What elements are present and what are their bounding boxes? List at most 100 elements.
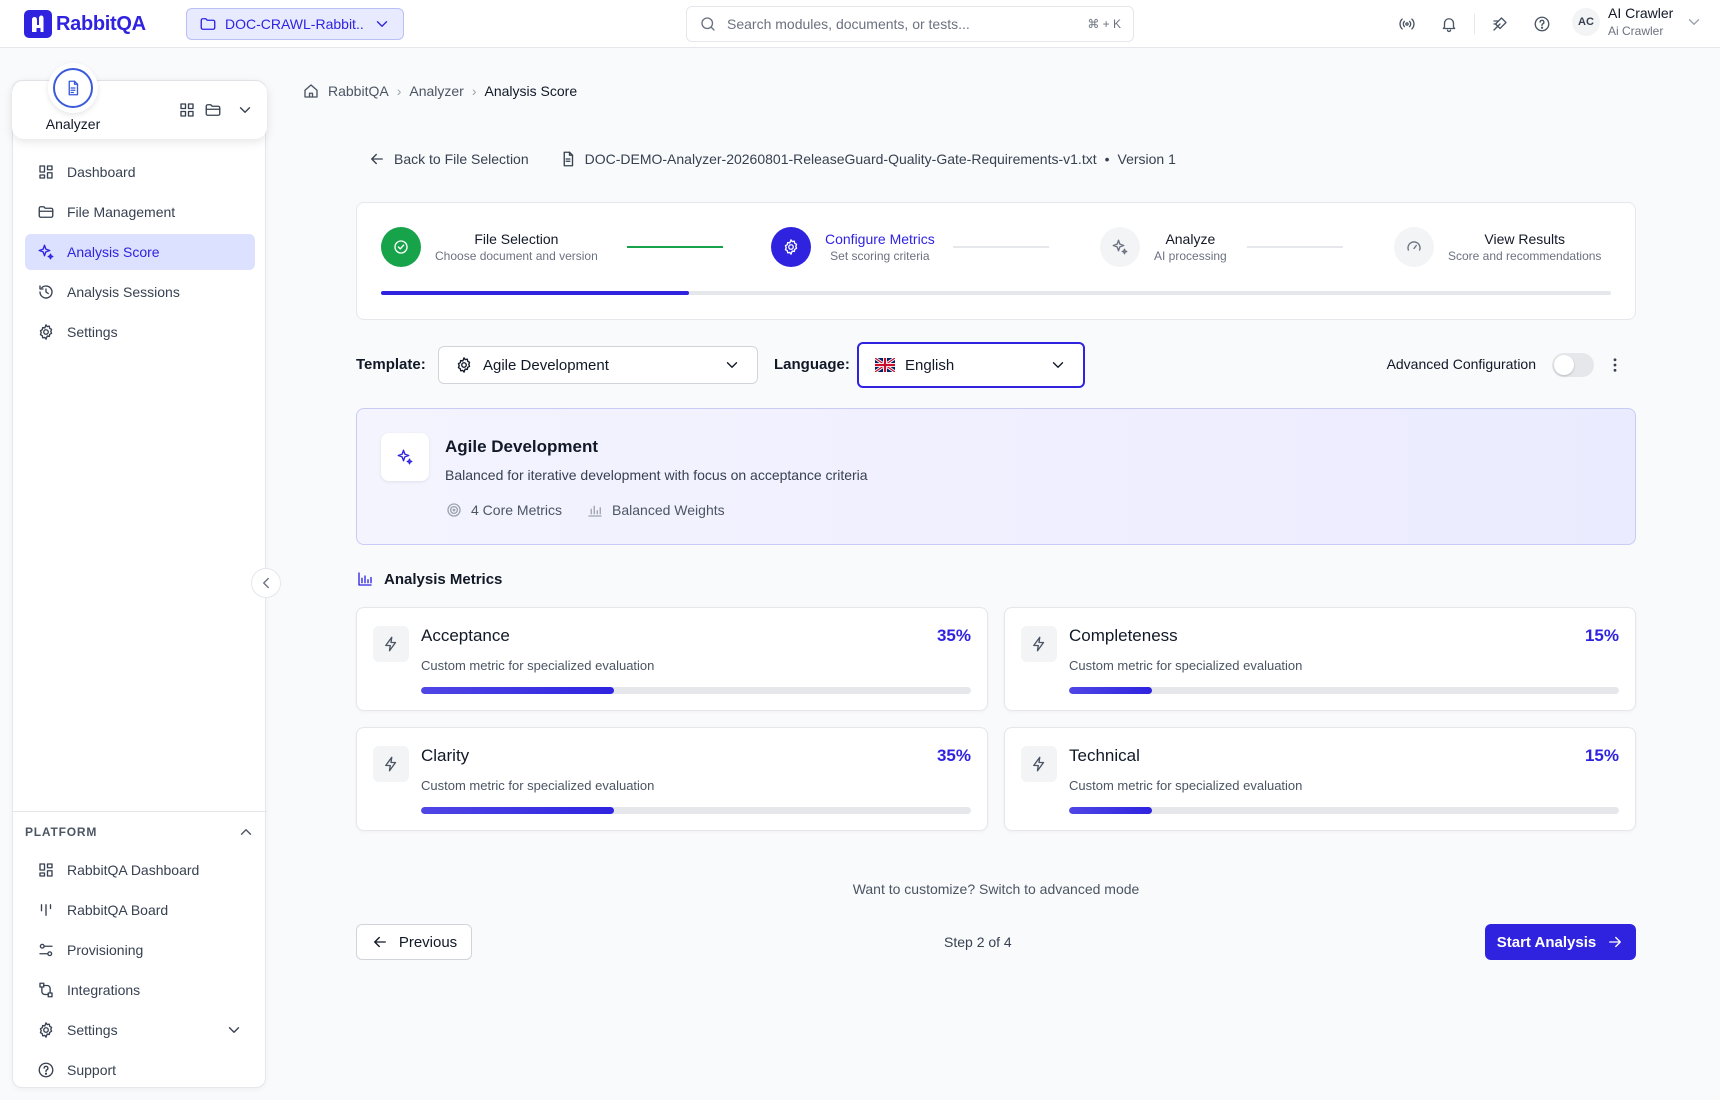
search-icon <box>701 17 715 31</box>
metric-weight: 35% <box>936 626 971 645</box>
file-separator: • <box>1104 151 1110 167</box>
metric-weight-fill <box>1069 687 1152 694</box>
step-configure-metrics[interactable]: Configure Metrics Set scoring criteria <box>771 227 935 267</box>
help-icon[interactable] <box>1521 14 1563 34</box>
metric-description: Custom metric for specialized evaluation <box>421 778 655 793</box>
sidebar-item-settings[interactable]: Settings <box>25 314 255 350</box>
template-summary-card: Agile Development Balanced for iterative… <box>356 408 1636 545</box>
template-description: Balanced for iterative development with … <box>445 467 868 483</box>
step-count: Step 2 of 4 <box>944 934 1012 950</box>
template-select-value: Agile Development <box>483 356 609 374</box>
sidebar-item-rabbitqa-dashboard[interactable]: RabbitQA Dashboard <box>25 852 255 888</box>
metric-card-completeness[interactable]: Completeness 15% Custom metric for speci… <box>1004 607 1636 711</box>
chevron-down-icon <box>1052 362 1064 368</box>
template-label: Template: <box>356 356 426 373</box>
sparkles-icon <box>38 244 54 260</box>
back-to-file-selection-link[interactable]: Back to File Selection <box>368 150 529 168</box>
file-version: Version 1 <box>1117 151 1176 167</box>
metric-weight-bar <box>421 687 971 694</box>
platform-header-label: PLATFORM <box>25 825 98 839</box>
metric-weight-fill <box>421 807 614 814</box>
gear-icon <box>457 357 471 373</box>
lightning-icon <box>373 746 409 782</box>
document-icon <box>68 80 79 96</box>
more-vertical-icon[interactable] <box>1606 356 1624 374</box>
toggle-knob <box>1554 355 1574 375</box>
metric-description: Custom metric for specialized evaluation <box>421 658 655 673</box>
file-info-bar: Back to File Selection DOC-DEMO-Analyzer… <box>368 150 1176 168</box>
language-select[interactable]: English <box>857 342 1085 388</box>
metric-card-technical[interactable]: Technical 15% Custom metric for speciali… <box>1004 727 1636 831</box>
previous-button-label: Previous <box>398 933 458 951</box>
theme-palette-icon[interactable] <box>1479 14 1521 34</box>
app-name: RabbitQA <box>56 12 146 35</box>
sidebar-item-support[interactable]: Support <box>25 1052 255 1088</box>
sidebar-item-label: Provisioning <box>67 942 144 958</box>
sidebar-collapse-button[interactable] <box>251 568 281 598</box>
search-input[interactable] <box>727 16 1078 32</box>
breadcrumb-analyzer[interactable]: Analyzer <box>409 83 463 99</box>
template-weights: Balanced Weights <box>586 501 725 519</box>
metric-weight-fill <box>421 687 614 694</box>
arrow-left-icon <box>373 936 386 948</box>
advanced-mode-hint[interactable]: Want to customize? Switch to advanced mo… <box>356 881 1636 897</box>
sidebar-item-provisioning[interactable]: Provisioning <box>25 932 255 968</box>
lightning-icon <box>373 626 409 662</box>
arrow-left-icon <box>371 153 383 165</box>
metric-card-clarity[interactable]: Clarity 35% Custom metric for specialize… <box>356 727 988 831</box>
previous-button[interactable]: Previous <box>356 924 472 960</box>
metric-weight-bar <box>1069 687 1619 694</box>
board-icon <box>40 904 52 916</box>
gear-icon <box>771 227 811 267</box>
metrics-section-header: Analysis Metrics <box>356 570 502 588</box>
template-weights-label: Balanced Weights <box>612 502 725 518</box>
lightning-icon <box>1021 626 1057 662</box>
project-selector[interactable]: DOC-CRAWL-Rabbit... <box>186 8 404 40</box>
metric-card-acceptance[interactable]: Acceptance 35% Custom metric for special… <box>356 607 988 711</box>
metric-name: Technical <box>1069 746 1140 765</box>
folder-open-icon[interactable] <box>204 101 222 119</box>
sidebar-item-label: Analysis Sessions <box>67 284 180 300</box>
metric-weight-bar <box>1069 807 1619 814</box>
step-title: File Selection <box>474 230 559 247</box>
history-icon <box>39 285 53 299</box>
chevron-down-icon[interactable] <box>236 101 254 119</box>
template-select[interactable]: Agile Development <box>438 346 758 384</box>
sidebar-item-label: Analysis Score <box>67 244 160 260</box>
project-selector-label: DOC-CRAWL-Rabbit... <box>225 16 365 32</box>
user-menu[interactable]: AC AI Crawler Ai Crawler <box>1572 4 1703 40</box>
bell-icon[interactable] <box>1428 14 1470 34</box>
sidebar-item-rabbitqa-board[interactable]: RabbitQA Board <box>25 892 255 928</box>
metric-weight-bar <box>421 807 971 814</box>
lightning-icon <box>1021 746 1057 782</box>
grid-icon[interactable] <box>178 101 196 119</box>
breadcrumb-rabbitqa[interactable]: RabbitQA <box>328 83 389 99</box>
start-analysis-button[interactable]: Start Analysis <box>1485 924 1636 960</box>
arrow-right-icon <box>1609 936 1622 948</box>
sidebar-item-platform-settings[interactable]: Settings <box>25 1012 255 1048</box>
sidebar-item-integrations[interactable]: Integrations <box>25 972 255 1008</box>
sidebar-item-file-management[interactable]: File Management <box>25 194 255 230</box>
sidebar-item-analysis-sessions[interactable]: Analysis Sessions <box>25 274 255 310</box>
sidebar-item-label: Settings <box>67 324 118 340</box>
metric-name: Clarity <box>421 746 470 765</box>
app-logo[interactable]: RabbitQA <box>24 10 146 38</box>
platform-section-header[interactable]: PLATFORM <box>13 812 267 852</box>
module-badge <box>48 63 98 113</box>
sidebar-item-dashboard[interactable]: Dashboard <box>25 154 255 190</box>
global-search[interactable]: ⌘ + K <box>686 6 1134 42</box>
step-analyze[interactable]: Analyze AI processing <box>1100 227 1227 267</box>
language-label: Language: <box>774 356 850 373</box>
metric-weight: 15% <box>1584 746 1619 765</box>
sidebar-item-analysis-score[interactable]: Analysis Score <box>25 234 255 270</box>
broadcast-icon[interactable] <box>1386 14 1428 34</box>
module-switcher[interactable]: Analyzer <box>12 63 267 139</box>
avatar: AC <box>1572 8 1600 36</box>
sidebar-item-label: Integrations <box>67 982 141 998</box>
step-view-results[interactable]: View Results Score and recommendations <box>1394 227 1601 267</box>
advanced-config-toggle[interactable] <box>1552 353 1594 377</box>
step-file-selection[interactable]: File Selection Choose document and versi… <box>381 227 598 267</box>
breadcrumb-current: Analysis Score <box>484 83 578 99</box>
uk-flag-icon <box>875 358 895 372</box>
sidebar: Analyzer Dashboard File Management Analy… <box>12 63 267 1088</box>
